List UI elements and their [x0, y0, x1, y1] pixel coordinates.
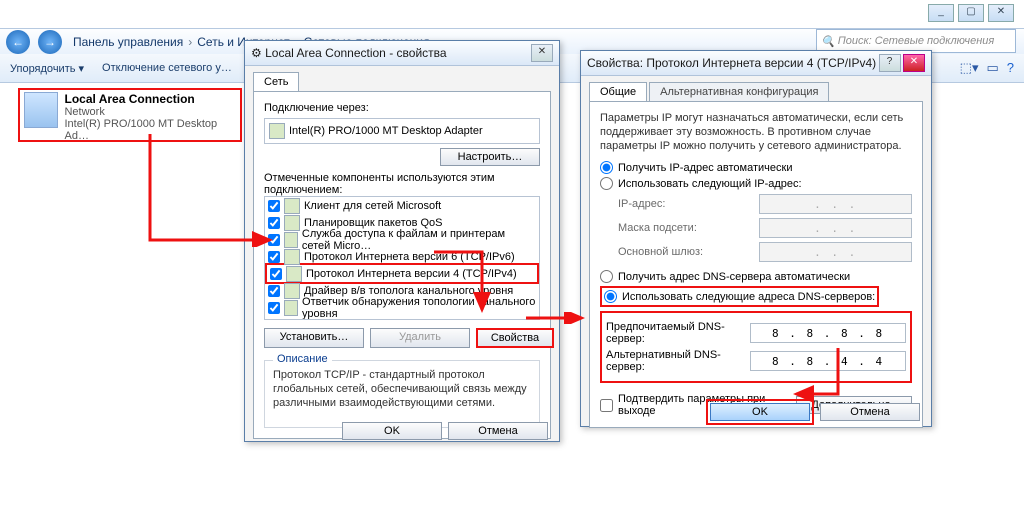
help-icon[interactable]: ? [1007, 60, 1014, 76]
components-label: Отмеченные компоненты используются этим … [264, 172, 540, 196]
fileshare-icon [284, 232, 298, 248]
ipv4-properties-dialog: Свойства: Протокол Интернета версии 4 (T… [580, 50, 932, 427]
radio-manual-dns[interactable] [604, 290, 617, 303]
preview-icon[interactable]: ▭ [986, 60, 998, 76]
organize-menu[interactable]: Упорядочить ▾ [10, 62, 84, 75]
nav-fwd-button[interactable]: → [38, 30, 62, 54]
desc-text: Протокол TCP/IP - стандартный протокол г… [273, 369, 531, 410]
gateway-input: . . . [759, 242, 912, 262]
lac-icon: ⚙ [251, 46, 262, 60]
ipv6-icon [284, 249, 300, 265]
chk-4[interactable] [270, 268, 282, 280]
chk-2[interactable] [268, 234, 280, 246]
adapter-name: Intel(R) PRO/1000 MT Desktop Adapter [289, 125, 483, 137]
lltd-icon [284, 283, 300, 299]
ip-address-input: . . . [759, 194, 912, 214]
desc-title: Описание [273, 353, 332, 365]
connection-name: Local Area Connection [64, 92, 194, 106]
validate-checkbox[interactable] [600, 399, 613, 412]
connection-item[interactable]: Local Area Connection Network Intel(R) P… [18, 88, 242, 142]
component-list[interactable]: Клиент для сетей Microsoft Планировщик п… [264, 196, 540, 320]
lac-cancel-button[interactable]: Отмена [448, 422, 548, 440]
ipv4-close-button[interactable]: ✕ [903, 54, 925, 72]
lac-properties-dialog: ⚙ Local Area Connection - свойства ✕ Сет… [244, 40, 560, 442]
view-icon[interactable]: ⬚▾ [960, 60, 979, 76]
ipv4-intro: Параметры IP могут назначаться автоматич… [600, 112, 912, 153]
radio-manual-ip[interactable] [600, 177, 613, 190]
qos-icon [284, 215, 300, 231]
chk-1[interactable] [268, 217, 280, 229]
responder-icon [284, 300, 298, 316]
install-button[interactable]: Установить… [264, 328, 364, 348]
disable-device-button[interactable]: Отключение сетевого у… [102, 62, 232, 74]
connection-type: Network [64, 106, 236, 118]
radio-auto-dns[interactable] [600, 270, 613, 283]
tab-general[interactable]: Общие [589, 82, 647, 101]
connection-adapter: Intel(R) PRO/1000 MT Desktop Ad… [64, 118, 236, 142]
client-icon [284, 198, 300, 214]
search-icon: 🔍 [821, 35, 835, 48]
tab-altconfig[interactable]: Альтернативная конфигурация [649, 82, 829, 101]
tab-network[interactable]: Сеть [253, 72, 299, 91]
ipv4-cancel-button[interactable]: Отмена [820, 403, 920, 421]
radio-auto-ip[interactable] [600, 161, 613, 174]
chk-5[interactable] [268, 285, 280, 297]
ipv4-title: Свойства: Протокол Интернета версии 4 (T… [587, 56, 876, 70]
list-item-ipv4[interactable]: Протокол Интернета версии 4 (TCP/IPv4) [265, 263, 539, 284]
main-min-button[interactable]: _ [928, 4, 954, 22]
subnet-mask-input: . . . [759, 218, 912, 238]
remove-button: Удалить [370, 328, 470, 348]
connect-via-label: Подключение через: [264, 102, 540, 114]
configure-button[interactable]: Настроить… [440, 148, 540, 166]
lac-ok-button[interactable]: OK [342, 422, 442, 440]
adapter-icon [269, 123, 285, 139]
chk-3[interactable] [268, 251, 280, 263]
preferred-dns-input[interactable]: 8 . 8 . 8 . 8 [750, 323, 906, 343]
lac-close-button[interactable]: ✕ [531, 44, 553, 62]
main-max-button[interactable]: ▢ [958, 4, 984, 22]
nav-back-button[interactable]: ← [6, 30, 30, 54]
network-adapter-icon [24, 92, 58, 128]
ipv4-icon [286, 266, 302, 282]
chk-6[interactable] [268, 302, 280, 314]
properties-button[interactable]: Свойства [476, 328, 554, 348]
main-close-button[interactable]: ✕ [988, 4, 1014, 22]
bc1[interactable]: Панель управления [73, 35, 183, 49]
chk-0[interactable] [268, 200, 280, 212]
ipv4-help-button[interactable]: ? [879, 54, 901, 72]
alternate-dns-input[interactable]: 8 . 8 . 4 . 4 [750, 351, 906, 371]
lac-title: Local Area Connection - свойства [265, 46, 446, 60]
ipv4-ok-button[interactable]: OK [710, 403, 810, 421]
